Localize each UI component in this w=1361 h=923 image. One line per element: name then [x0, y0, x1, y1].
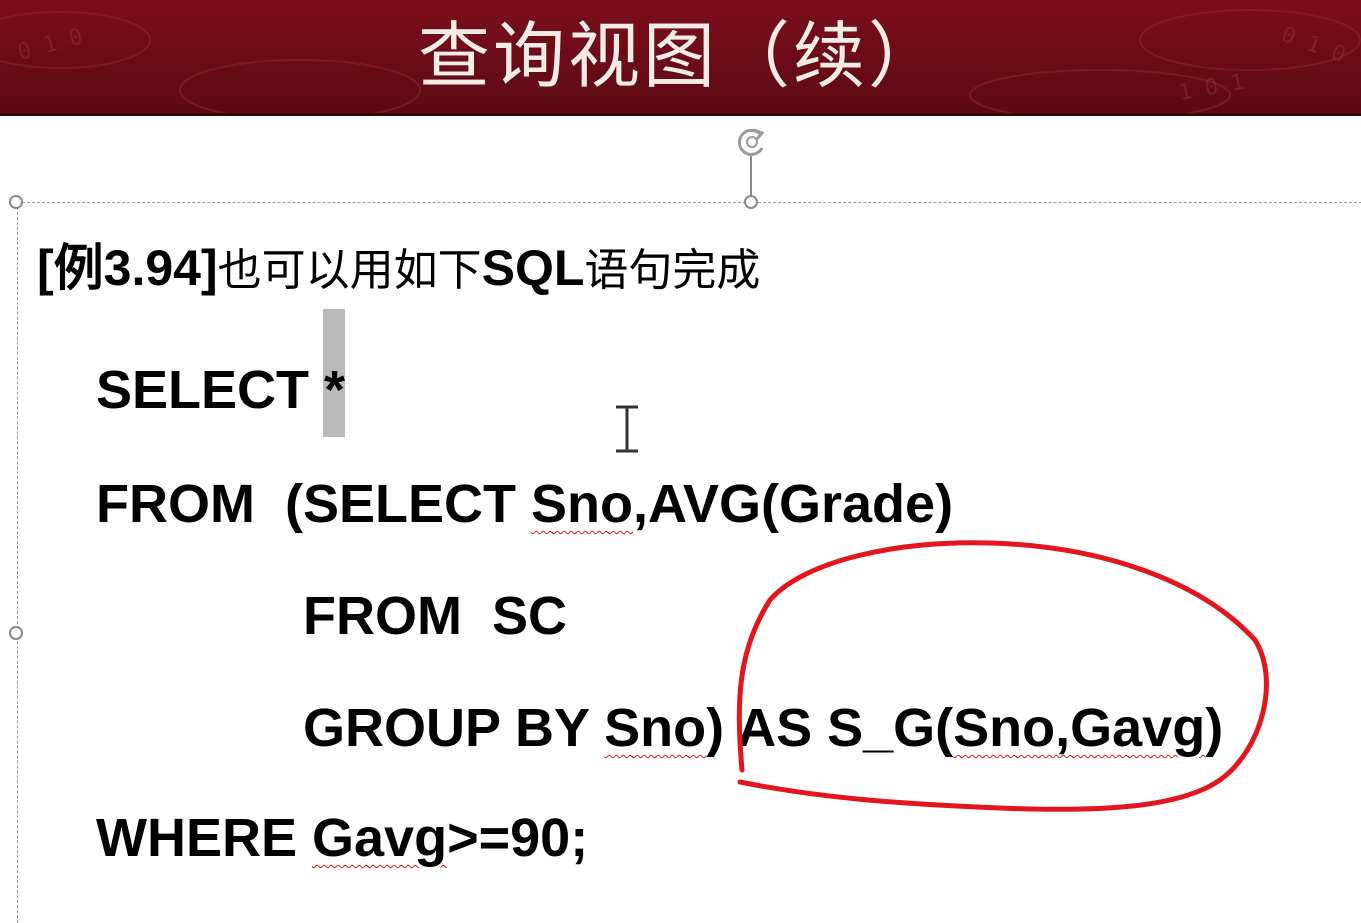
resize-handle-top-left[interactable] [9, 195, 23, 209]
resize-handle-top-center[interactable] [744, 195, 758, 209]
paren-close: ) [706, 698, 725, 758]
where-condition: >=90; [447, 808, 589, 868]
alias-columns: Sno,Gavg [953, 698, 1206, 758]
slide-title: 查询视图（续） [417, 14, 943, 98]
subquery-select: (SELECT [284, 474, 516, 534]
intro-sql: SQL [481, 240, 585, 296]
select-keyword: SELECT [96, 360, 310, 420]
text-cursor-icon [616, 405, 638, 453]
code-line-from: FROM (SELECT Sno,AVG(Grade) [96, 472, 953, 536]
resize-handle-middle-left[interactable] [9, 626, 23, 640]
code-line-where: WHERE Gavg>=90; [96, 806, 588, 870]
from-keyword: FROM [96, 474, 255, 534]
avg-expression: ,AVG(Grade) [633, 474, 954, 534]
code-line-group-by: GROUP BY Sno) AS S_G(Sno,Gavg) [303, 696, 1223, 760]
intro-text-1: 也可以用如下 [217, 245, 482, 296]
intro-text-2: 语句完成 [584, 245, 761, 296]
code-line-select: SELECT * [96, 358, 345, 422]
rotate-handle-line [750, 156, 752, 196]
inner-from-clause: FROM SC [303, 586, 567, 646]
title-banner: 0 1 0 0 1 0 1 0 1 查询视图（续） [0, 0, 1361, 113]
where-keyword: WHERE [96, 808, 297, 868]
group-by-keyword: GROUP BY [303, 698, 590, 758]
sno-token: Sno [604, 698, 707, 758]
select-star: * [324, 360, 346, 420]
gavg-token: Gavg [312, 808, 448, 868]
banner-divider [0, 113, 1361, 116]
code-line-inner-from: FROM SC [303, 584, 567, 648]
example-id: [例3.94] [37, 240, 218, 296]
as-alias: AS S_G( [737, 698, 954, 758]
sno-token: Sno [531, 474, 634, 534]
rotate-handle-icon[interactable] [732, 124, 772, 160]
alias-close: ) [1205, 698, 1224, 758]
example-heading: [例3.94]也可以用如下SQL语句完成 [37, 236, 760, 303]
